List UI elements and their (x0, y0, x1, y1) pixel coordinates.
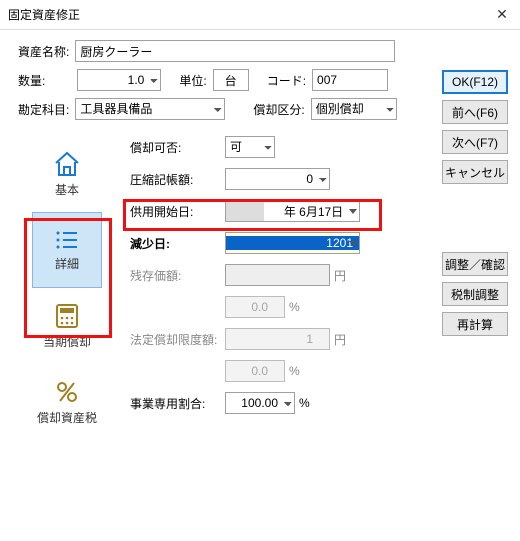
qty-select[interactable]: 1.0 (77, 69, 161, 91)
window-title: 固定資産修正 (8, 6, 80, 23)
account-label: 勘定科目: (18, 101, 69, 118)
chevron-down-icon (349, 241, 357, 246)
calculator-icon (54, 303, 80, 329)
account-select[interactable]: 工具器具備品 (75, 98, 225, 120)
start-date-label: 供用開始日: (130, 203, 225, 220)
compress-select[interactable]: 0 (225, 168, 330, 190)
residual-input (225, 264, 330, 286)
div-label: 償却区分: (253, 101, 304, 118)
yen-unit-2: 円 (334, 331, 346, 348)
decrease-value: 1201 (226, 236, 359, 250)
limit-pct-select: 0.0 (225, 360, 285, 382)
prev-button[interactable]: 前へ(F6) (442, 100, 508, 124)
home-icon (53, 151, 81, 177)
tab-tax[interactable]: 償却資産税 (32, 364, 102, 440)
asset-name-label: 資産名称: (18, 43, 69, 60)
dep-allow-label: 償却可否: (130, 139, 225, 156)
limit-label: 法定償却限度額: (130, 331, 225, 348)
tab-detail-label: 詳細 (55, 255, 79, 272)
era-box (226, 201, 264, 221)
decrease-label: 減少日: (130, 235, 225, 252)
residual-pct-select: 0.0 (225, 296, 285, 318)
next-button[interactable]: 次へ(F7) (442, 130, 508, 154)
div-select[interactable]: 個別償却 (311, 98, 397, 120)
tab-periodic-label: 当期償却 (43, 333, 91, 350)
tab-basic[interactable]: 基本 (32, 136, 102, 212)
yen-unit: 円 (334, 267, 346, 284)
tab-periodic[interactable]: 当期償却 (32, 288, 102, 364)
qty-label: 数量: (18, 72, 45, 89)
unit-input[interactable] (213, 69, 249, 91)
unit-label: 単位: (179, 72, 206, 89)
decrease-date-input[interactable]: 1201 (225, 232, 360, 254)
pct-unit: % (289, 300, 300, 314)
close-icon[interactable]: ✕ (492, 6, 512, 23)
cancel-button[interactable]: キャンセル (442, 160, 508, 184)
residual-label: 残存価額: (130, 267, 225, 284)
recalc-button[interactable]: 再計算 (442, 312, 508, 336)
list-icon (53, 229, 81, 251)
tax-adjust-button[interactable]: 税制調整 (442, 282, 508, 306)
limit-select: 1 (225, 328, 330, 350)
code-input[interactable] (312, 69, 388, 91)
start-date-input[interactable]: 年 6月17日 (225, 200, 360, 222)
tab-tax-label: 償却資産税 (37, 409, 97, 426)
bizratio-select[interactable]: 100.00 (225, 392, 295, 414)
adjust-button[interactable]: 調整／確認 (442, 252, 508, 276)
compress-label: 圧縮記帳額: (130, 171, 225, 188)
code-label: コード: (267, 72, 306, 89)
percent-icon (54, 379, 80, 405)
tab-basic-label: 基本 (55, 181, 79, 198)
dep-allow-select[interactable]: 可 (225, 136, 275, 158)
start-date-text: 年 6月17日 (268, 203, 359, 220)
chevron-down-icon (349, 209, 357, 214)
pct-unit-2: % (289, 364, 300, 378)
asset-name-input[interactable] (75, 40, 395, 62)
tab-detail[interactable]: 詳細 (32, 212, 102, 288)
pct-unit-3: % (299, 396, 310, 410)
ok-button[interactable]: OK(F12) (442, 70, 508, 94)
bizratio-label: 事業専用割合: (130, 395, 225, 412)
